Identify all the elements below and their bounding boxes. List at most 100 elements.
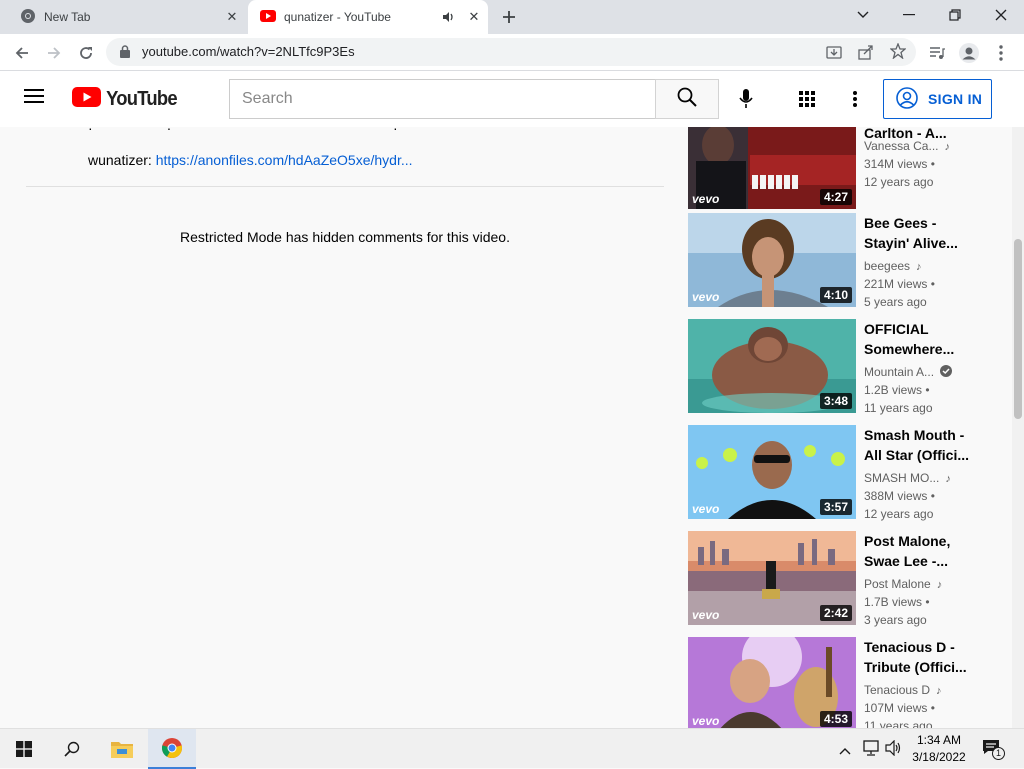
clock-time: 1:34 AM <box>916 733 962 747</box>
notification-count-badge: 1 <box>992 747 1005 760</box>
close-tab-icon[interactable]: ✕ <box>466 9 482 25</box>
video-title[interactable]: Post Malone, Swae Lee -... <box>864 531 970 571</box>
action-center-icon[interactable]: 1 <box>982 739 1008 761</box>
youtube-logo[interactable]: YouTube <box>72 86 180 110</box>
minimize-icon[interactable] <box>886 0 932 30</box>
channel-name[interactable]: Vanessa Ca... ♪ <box>864 137 974 156</box>
channel-name[interactable]: Mountain A... <box>864 363 974 382</box>
search-button[interactable] <box>655 79 719 119</box>
channel-name[interactable]: Post Malone ♪ <box>864 575 974 594</box>
view-count: 221M views • <box>864 277 935 291</box>
video-thumbnail[interactable]: vevo 2:42 <box>688 531 856 625</box>
volume-icon[interactable] <box>885 739 903 757</box>
tab-new-tab[interactable]: New Tab ✕ <box>8 0 246 34</box>
system-clock[interactable]: 1:34 AM 3/18/2022 <box>908 732 970 766</box>
url-text: youtube.com/watch?v=2NLTfc9P3Es <box>142 44 355 59</box>
recommendation-item[interactable]: vevo 2:42 Post Malone, Swae Lee -... Pos… <box>688 531 988 627</box>
settings-kebab-icon[interactable] <box>843 87 867 111</box>
file-explorer-icon[interactable] <box>98 729 146 769</box>
recommendation-item[interactable]: 3:48 OFFICIAL Somewhere... Mountain A...… <box>688 319 988 415</box>
video-thumbnail[interactable]: vevo 4:10 <box>688 213 856 307</box>
duration-badge: 4:27 <box>819 189 852 205</box>
account-circle-icon <box>896 86 918 112</box>
new-tab-plus-icon[interactable] <box>497 6 521 28</box>
channel-name[interactable]: beegees ♪ <box>864 257 974 276</box>
vevo-watermark: vevo <box>692 192 720 206</box>
video-title-line: Tenacious D - <box>864 639 955 655</box>
video-title[interactable]: OFFICIAL Somewhere... <box>864 319 970 359</box>
recommendation-item[interactable]: vevo 4:53 Tenacious D - Tribute (Offici.… <box>688 637 988 728</box>
video-title[interactable]: Bee Gees - Stayin' Alive... <box>864 213 970 253</box>
music-note-icon: ♪ <box>936 579 943 591</box>
apps-grid-icon[interactable] <box>795 87 819 111</box>
video-title-line: Tribute (Offici... <box>864 659 967 675</box>
close-window-icon[interactable] <box>978 0 1024 30</box>
video-title-line: All Star (Offici... <box>864 447 970 463</box>
upload-age: 11 years ago <box>864 719 933 728</box>
upload-age: 5 years ago <box>864 295 927 309</box>
video-title[interactable]: Smash Mouth - All Star (Offici... <box>864 425 970 465</box>
close-tab-icon[interactable]: ✕ <box>224 9 240 25</box>
search-box[interactable] <box>229 79 656 119</box>
network-icon[interactable] <box>862 740 880 756</box>
search-icon <box>677 87 697 112</box>
lock-icon[interactable] <box>120 45 130 63</box>
video-title-line: Somewhere... <box>864 341 955 357</box>
sign-in-button[interactable]: SIGN IN <box>883 79 992 119</box>
restricted-mode-message: Restricted Mode has hidden comments for … <box>180 229 510 245</box>
view-count: 1.7B views • <box>864 595 930 609</box>
sign-in-label: SIGN IN <box>928 91 983 107</box>
tab-youtube[interactable]: qunatizer - YouTube ✕ <box>248 0 488 34</box>
recommendation-item[interactable]: vevo 4:27 Carlton - A... Vanessa Ca... ♪ … <box>688 127 988 211</box>
vevo-watermark: vevo <box>692 608 720 622</box>
browser-toolbar: youtube.com/watch?v=2NLTfc9P3Es <box>0 34 1024 71</box>
install-app-icon[interactable] <box>826 44 842 65</box>
duration-badge: 4:10 <box>819 287 852 303</box>
description-link[interactable]: https://anonfiles.com/hdAaZeO5xe/hydr... <box>156 152 413 168</box>
video-thumbnail[interactable]: vevo 3:57 <box>688 425 856 519</box>
chrome-menu-kebab-icon[interactable] <box>988 40 1014 66</box>
search-input[interactable] <box>242 90 642 108</box>
media-controls-icon[interactable] <box>924 40 950 66</box>
recommendation-item[interactable]: vevo 4:10 Bee Gees - Stayin' Alive... be… <box>688 213 988 309</box>
taskbar-search-icon[interactable] <box>48 729 96 769</box>
reload-icon[interactable] <box>73 40 99 66</box>
video-thumbnail[interactable]: 3:48 <box>688 319 856 413</box>
taskbar-chrome-icon[interactable] <box>148 729 196 769</box>
show-hidden-icons-chevron-icon[interactable] <box>839 742 855 756</box>
bookmark-star-icon[interactable] <box>889 42 907 64</box>
view-count: 388M views • <box>864 489 935 503</box>
scrollbar-thumb[interactable] <box>1014 239 1022 419</box>
restore-icon[interactable] <box>932 0 978 30</box>
vevo-watermark: vevo <box>692 290 720 304</box>
recommendation-item[interactable]: vevo 3:57 Smash Mouth - All Star (Offici… <box>688 425 988 521</box>
tab-search-chevron-icon[interactable] <box>840 0 886 30</box>
upload-age: 12 years ago <box>864 175 934 189</box>
channel-label: Mountain A... <box>864 365 935 379</box>
audio-playing-icon[interactable] <box>442 10 456 24</box>
video-thumbnail[interactable]: vevo 4:53 <box>688 637 856 728</box>
section-divider <box>26 186 664 187</box>
channel-name[interactable]: Tenacious D ♪ <box>864 681 974 700</box>
channel-label: beegees <box>864 259 911 273</box>
page-scrollbar[interactable] <box>1012 127 1024 728</box>
share-icon[interactable] <box>858 44 874 65</box>
voice-search-mic-icon[interactable] <box>734 87 758 111</box>
duration-badge: 3:57 <box>819 499 852 515</box>
vevo-watermark: vevo <box>692 502 720 516</box>
youtube-favicon-icon <box>260 9 276 25</box>
address-bar[interactable]: youtube.com/watch?v=2NLTfc9P3Es <box>106 38 916 66</box>
hamburger-menu-icon[interactable] <box>24 88 48 112</box>
forward-arrow-icon[interactable] <box>41 40 67 66</box>
duration-badge: 4:53 <box>819 711 852 727</box>
video-thumbnail[interactable]: vevo 4:27 <box>688 127 856 209</box>
video-title-line: Stayin' Alive... <box>864 235 958 251</box>
watch-page-content: · · · wunatizer: https://anonfiles.com/h… <box>0 127 1024 728</box>
windows-start-icon[interactable] <box>0 729 48 769</box>
video-title-line: Smash Mouth - <box>864 427 965 443</box>
back-arrow-icon[interactable] <box>9 40 35 66</box>
video-title[interactable]: Tenacious D - Tribute (Offici... <box>864 637 970 677</box>
channel-name[interactable]: SMASH MO... ♪ <box>864 469 974 488</box>
view-count: 1.2B views • <box>864 383 930 397</box>
profile-avatar-icon[interactable] <box>956 40 982 66</box>
